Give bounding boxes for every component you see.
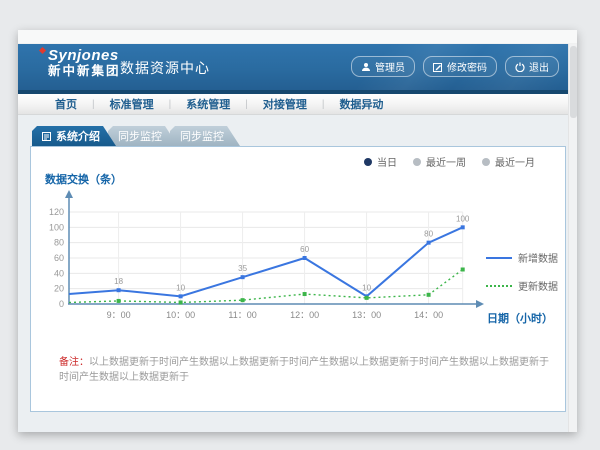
chart-panel: 当日 最近一周 最近一月 数据交换（条） 0204060801001209：00… [30,146,566,412]
document-icon [42,132,51,141]
solid-line-icon [486,257,512,259]
power-icon [515,62,525,72]
scrollbar-thumb[interactable] [570,46,577,118]
scrollbar-track[interactable] [568,44,577,432]
user-icon [361,62,371,72]
radio-dot-icon [482,158,490,166]
data-point [365,296,369,300]
legend-label: 更新数据 [518,278,558,293]
main-window: Synjones 新中新集团 数据资源中心 管理员 修改密码 退出 首页| 标准… [18,30,577,432]
radio-today[interactable]: 当日 [364,154,397,169]
logo-star-icon [39,47,46,54]
svg-text:0: 0 [59,299,64,309]
radio-dot-icon [413,158,421,166]
data-point [461,268,465,272]
data-point [241,298,245,302]
svg-text:20: 20 [54,284,64,294]
line-chart: 0 20 40 60 80 100 120 9：00 10：00 11：00 12：00 13：00 1… [31,169,501,329]
window-top-strip [18,30,577,44]
nav-item-standard-mgmt[interactable]: 标准管理 [95,96,169,112]
nav-item-interface-mgmt[interactable]: 对接管理 [248,96,322,112]
logout-label: 退出 [529,59,549,74]
data-point [461,225,465,229]
data-point [179,300,183,304]
change-password-button[interactable]: 修改密码 [423,56,497,77]
svg-text:80: 80 [54,238,64,248]
data-point [427,293,431,297]
legend-label: 新增数据 [518,250,558,265]
content-area: 系统介绍 同步监控 同步监控 当日 最近一周 [18,115,577,432]
data-point [241,275,245,279]
radio-last-month[interactable]: 最近一月 [482,154,535,169]
logo-text: Synjones [48,48,121,65]
svg-text:60: 60 [54,253,64,263]
chart-legend: 新增数据 更新数据 [486,250,558,293]
page-title: 数据资源中心 [120,58,210,78]
radio-today-label: 当日 [377,154,397,169]
radio-last-week[interactable]: 最近一周 [413,154,466,169]
svg-text:13：00: 13：00 [352,310,381,320]
radio-dot-icon [364,158,372,166]
dotted-line-icon [486,285,512,287]
nav-item-home[interactable]: 首页 [40,96,92,112]
svg-text:10: 10 [176,283,185,292]
series-line [69,227,463,296]
svg-text:18: 18 [114,277,123,286]
nav-item-system-mgmt[interactable]: 系统管理 [171,96,245,112]
tab-label: 同步监控 [118,128,162,144]
data-point [427,241,431,245]
x-axis-title: 日期（小时） [487,310,553,326]
brand-logo: Synjones 新中新集团 [48,48,121,78]
range-filter-group: 当日 最近一周 最近一月 [364,154,535,169]
logo-subtext: 新中新集团 [48,65,121,79]
footnote-body: 以上数据更新于时间产生数据以上数据更新于时间产生数据以上数据更新于时间产生数据以… [59,357,549,383]
svg-text:40: 40 [54,268,64,278]
svg-text:11：00: 11：00 [228,310,256,320]
svg-text:9：00: 9：00 [107,310,131,320]
legend-item-new-data: 新增数据 [486,250,558,265]
svg-text:10：00: 10：00 [166,310,195,320]
admin-user-button[interactable]: 管理员 [351,56,415,77]
radio-last-month-label: 最近一月 [495,154,535,169]
change-password-label: 修改密码 [447,59,487,74]
tab-label: 系统介绍 [56,128,100,144]
data-point [179,294,183,298]
series-line [69,270,463,303]
svg-text:120: 120 [49,207,64,217]
data-point [303,292,307,296]
logout-button[interactable]: 退出 [505,56,559,77]
svg-text:14：00: 14：00 [414,310,443,320]
data-point [303,256,307,260]
legend-item-update-data: 更新数据 [486,278,558,293]
main-nav: 首页| 标准管理| 系统管理| 对接管理| 数据异动 [18,94,577,115]
svg-text:35: 35 [238,264,247,273]
nav-item-data-change[interactable]: 数据异动 [324,96,398,112]
tab-bar: 系统介绍 同步监控 同步监控 [32,126,232,146]
app-header: Synjones 新中新集团 数据资源中心 管理员 修改密码 退出 [18,44,577,90]
tab-system-intro[interactable]: 系统介绍 [32,126,116,146]
edit-icon [433,62,443,72]
tab-label: 同步监控 [180,128,224,144]
svg-text:10: 10 [362,283,371,292]
svg-text:100: 100 [456,214,470,223]
svg-text:60: 60 [300,245,309,254]
data-point [117,299,121,303]
footnote: 备注：以上数据更新于时间产生数据以上数据更新于时间产生数据以上数据更新于时间产生… [59,353,555,383]
data-point [117,288,121,292]
svg-text:80: 80 [424,230,433,239]
user-toolbar: 管理员 修改密码 退出 [351,56,559,77]
footnote-prefix: 备注： [59,357,89,368]
tab-sync-monitor-2[interactable]: 同步监控 [170,126,240,146]
radio-last-week-label: 最近一周 [426,154,466,169]
svg-text:100: 100 [49,222,64,232]
svg-text:12：00: 12：00 [290,310,319,320]
tab-sync-monitor-1[interactable]: 同步监控 [108,126,178,146]
admin-user-label: 管理员 [375,59,405,74]
